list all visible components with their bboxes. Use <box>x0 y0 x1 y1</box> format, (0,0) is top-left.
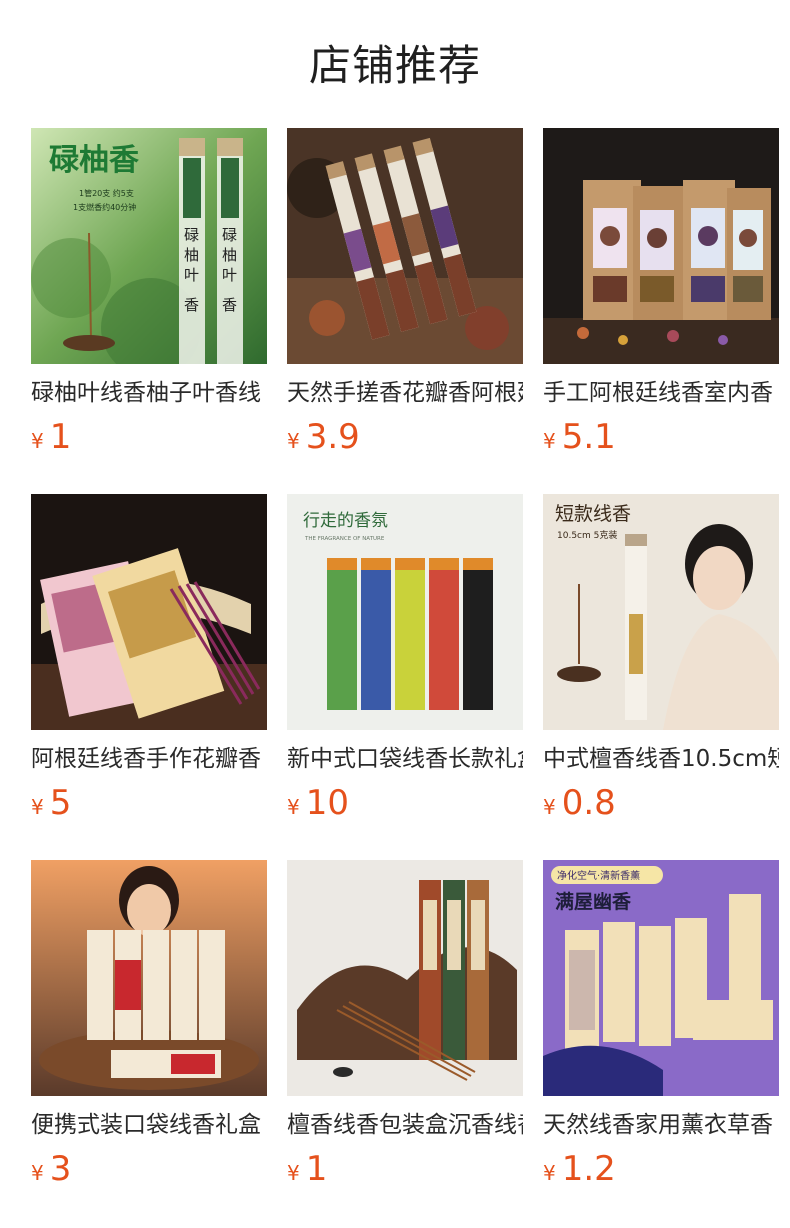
product-image[interactable] <box>31 494 267 730</box>
product-image[interactable]: 净化空气·清新香薰 满屋幽香 <box>543 860 779 1096</box>
product-name[interactable]: 手工阿根廷线香室内香 <box>543 377 779 409</box>
image-line-1: 1管20支 约5支 <box>79 188 134 198</box>
page-title: 店铺推荐 <box>308 41 481 90</box>
product-name[interactable]: 檀香线香包装盒沉香线香 <box>287 1109 523 1141</box>
product-name[interactable]: 碌柚叶线香柚子叶香线 <box>31 377 267 409</box>
tube-label: 碌 <box>222 226 237 244</box>
image-banner: 净化空气·清新香薰 <box>557 869 640 882</box>
image-headline: 短款线香 <box>555 503 631 525</box>
product-name[interactable]: 新中式口袋线香长款礼盒 <box>287 743 523 775</box>
product-price: ¥5.1 <box>543 417 779 457</box>
product-price: ¥10 <box>287 783 523 823</box>
product-image-graphic <box>31 494 267 730</box>
product-image-graphic <box>31 860 267 1096</box>
tube-label: 香 <box>222 296 237 314</box>
product-image-graphic: 净化空气·清新香薰 满屋幽香 <box>543 860 779 1096</box>
tube-label: 叶 <box>222 266 237 284</box>
currency-symbol: ¥ <box>287 795 300 819</box>
price-value: 1.2 <box>561 1149 616 1189</box>
product-card[interactable]: 阿根廷线香手作花瓣香 ¥5 <box>31 494 267 823</box>
product-card[interactable]: 碌柚香 1管20支 约5支 1支燃香约40分钟 碌 柚 叶 香 碌 柚 叶 香 … <box>31 128 267 457</box>
product-image[interactable] <box>287 860 523 1096</box>
currency-symbol: ¥ <box>543 429 556 453</box>
product-card[interactable]: 手工阿根廷线香室内香 ¥5.1 <box>543 128 779 457</box>
currency-symbol: ¥ <box>287 429 300 453</box>
price-value: 3.9 <box>305 417 360 457</box>
product-name[interactable]: 天然手搓香花瓣香阿根廷 <box>287 377 523 409</box>
product-image[interactable]: 行走的香氛 THE FRAGRANCE OF NATURE <box>287 494 523 730</box>
currency-symbol: ¥ <box>31 429 44 453</box>
product-card[interactable]: 檀香线香包装盒沉香线香 ¥1 <box>287 860 523 1189</box>
image-line-2: 1支燃香约40分钟 <box>73 202 136 212</box>
currency-symbol: ¥ <box>543 795 556 819</box>
product-name[interactable]: 天然线香家用薰衣草香 <box>543 1109 779 1141</box>
tube-label: 碌 <box>184 226 199 244</box>
product-card[interactable]: 行走的香氛 THE FRAGRANCE OF NATURE 新中式口袋线香长款礼… <box>287 494 523 823</box>
product-image-graphic <box>287 128 523 364</box>
product-image-graphic: 短款线香 10.5cm 5克装 <box>543 494 779 730</box>
product-image[interactable]: 碌柚香 1管20支 约5支 1支燃香约40分钟 碌 柚 叶 香 碌 柚 叶 香 <box>31 128 267 364</box>
price-value: 1 <box>305 1149 328 1189</box>
product-price: ¥3 <box>31 1149 267 1189</box>
product-name[interactable]: 中式檀香线香10.5cm短款 <box>543 743 779 775</box>
tube-label: 香 <box>184 296 199 314</box>
price-value: 3 <box>49 1149 72 1189</box>
price-value: 10 <box>305 783 349 823</box>
currency-symbol: ¥ <box>287 1161 300 1185</box>
product-name[interactable]: 便携式装口袋线香礼盒 <box>31 1109 267 1141</box>
image-headline: 行走的香氛 <box>303 511 388 531</box>
product-image[interactable] <box>31 860 267 1096</box>
image-headline: 满屋幽香 <box>555 890 632 913</box>
product-price: ¥0.8 <box>543 783 779 823</box>
price-value: 1 <box>49 417 72 457</box>
tube-label: 叶 <box>184 266 199 284</box>
currency-symbol: ¥ <box>31 1161 44 1185</box>
product-card[interactable]: 便携式装口袋线香礼盒 ¥3 <box>31 860 267 1189</box>
price-value: 5.1 <box>561 417 616 457</box>
product-price: ¥3.9 <box>287 417 523 457</box>
product-price: ¥5 <box>31 783 267 823</box>
tube-label: 柚 <box>184 246 199 264</box>
image-headline: 碌柚香 <box>49 143 139 178</box>
product-card[interactable]: 天然手搓香花瓣香阿根廷 ¥3.9 <box>287 128 523 457</box>
product-card[interactable]: 短款线香 10.5cm 5克装 中式檀香线香10.5cm短款 ¥0.8 <box>543 494 779 823</box>
product-price: ¥1.2 <box>543 1149 779 1189</box>
price-value: 5 <box>49 783 72 823</box>
currency-symbol: ¥ <box>31 795 44 819</box>
product-price: ¥1 <box>287 1149 523 1189</box>
product-price: ¥1 <box>31 417 267 457</box>
product-name[interactable]: 阿根廷线香手作花瓣香 <box>31 743 267 775</box>
price-value: 0.8 <box>561 783 616 823</box>
image-subtitle: THE FRAGRANCE OF NATURE <box>304 536 385 542</box>
product-image-graphic: 碌柚香 1管20支 约5支 1支燃香约40分钟 碌 柚 叶 香 碌 柚 叶 香 <box>31 128 267 364</box>
currency-symbol: ¥ <box>543 1161 556 1185</box>
image-line-1: 10.5cm 5克装 <box>557 529 617 541</box>
product-image[interactable]: 短款线香 10.5cm 5克装 <box>543 494 779 730</box>
product-image[interactable] <box>543 128 779 364</box>
product-image-graphic <box>287 860 523 1096</box>
product-card[interactable]: 净化空气·清新香薰 满屋幽香 天然线香家用薰衣草香 ¥1.2 <box>543 860 779 1189</box>
product-image[interactable] <box>287 128 523 364</box>
tube-label: 柚 <box>222 246 237 264</box>
product-image-graphic: 行走的香氛 THE FRAGRANCE OF NATURE <box>287 494 523 730</box>
product-image-graphic <box>543 128 779 364</box>
